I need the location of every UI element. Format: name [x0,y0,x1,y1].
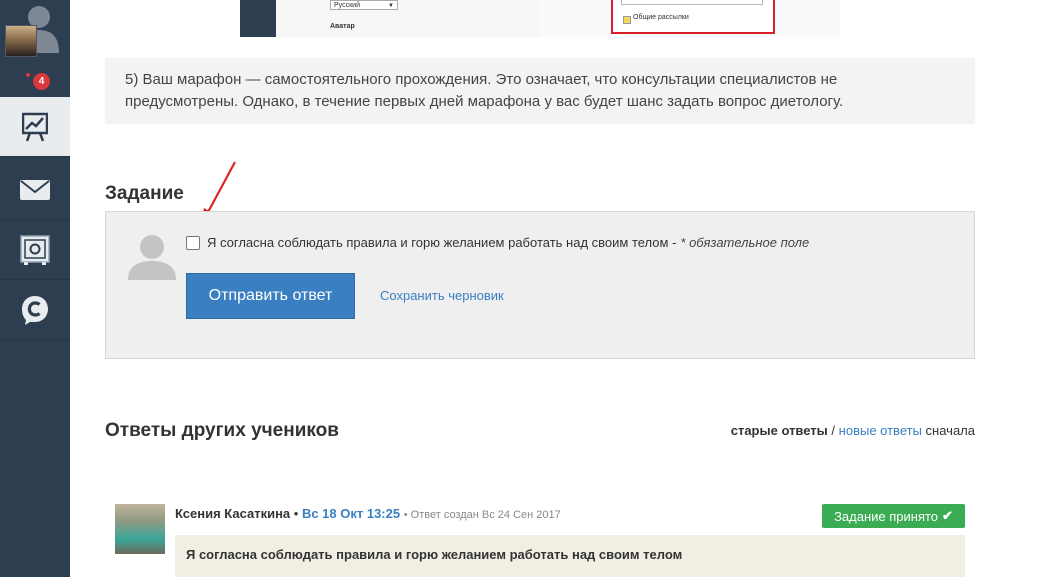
notification-dot [26,73,30,77]
avatar-label-preview: Аватар [330,23,355,30]
instruction-image-settings: Русский ▼ Аватар [276,0,541,37]
field-preview [621,0,763,5]
consent-row: Я согласна соблюдать правила и горю жела… [186,235,809,250]
sidebar: 4 [0,0,70,577]
status-badge: Задание принято ✔ [822,504,965,528]
meta-separator: • [293,506,302,521]
answer-meta: Ксения Касаткина • Вс 18 Окт 13:25 • Отв… [175,506,561,521]
language-select-preview: Русский ▼ [330,0,398,10]
answers-heading: Ответы других учеников [105,420,339,441]
answer-created: Ответ создан Вс 24 Сен 2017 [410,509,561,521]
notification-badge[interactable]: 4 [33,73,50,90]
answers-sort: старые ответы / новые ответы сначала [731,423,975,438]
sort-separator: / [831,423,836,438]
required-note: * обязательное поле [680,235,810,250]
info-text: 5) Ваш марафон — самостоятельного прохож… [125,71,844,110]
sort-old-answers[interactable]: старые ответы [731,423,828,438]
stats-icon [22,112,48,141]
sort-suffix: сначала [925,423,975,438]
sort-new-answers[interactable]: новые ответы [839,423,922,438]
user-silhouette-icon [128,235,176,280]
instruction-image: Русский ▼ Аватар Общие рассылки [240,0,840,37]
chevron-down-icon: ▼ [388,3,394,9]
answer-author[interactable]: Ксения Касаткина [175,506,290,521]
language-select-value: Русский [334,2,360,9]
answer-body: Я согласна соблюдать правила и горю жела… [175,535,965,577]
mail-icon [20,179,50,200]
sidebar-profile[interactable]: 4 [0,0,70,95]
highlight-frame: Общие рассылки [611,0,775,34]
avatar[interactable] [115,504,165,554]
submit-answer-button[interactable]: Отправить ответ [186,273,355,319]
status-label: Задание принято [834,508,939,524]
avatar[interactable] [5,25,37,57]
newsletter-label-preview: Общие рассылки [633,14,689,21]
sidebar-item-chat[interactable] [0,280,70,340]
sidebar-item-safe[interactable] [0,220,70,280]
sidebar-item-mail[interactable] [0,160,70,220]
answer-text: Я согласна соблюдать правила и горю жела… [186,547,683,562]
task-heading: Задание [105,183,184,204]
save-draft-link[interactable]: Сохранить черновик [380,288,504,303]
chat-icon [22,295,48,325]
safe-icon [20,234,50,265]
meta-separator: • [403,509,411,521]
answer-date[interactable]: Вс 18 Окт 13:25 [302,506,400,521]
info-box: 5) Ваш марафон — самостоятельного прохож… [105,58,975,124]
consent-label[interactable]: Я согласна соблюдать правила и горю жела… [207,235,676,250]
check-icon: ✔ [942,508,953,523]
instruction-image-sidebar [240,0,276,37]
checkbox-preview [623,16,631,24]
consent-checkbox[interactable] [186,235,200,250]
task-form: Я согласна соблюдать правила и горю жела… [105,211,975,359]
sidebar-item-stats[interactable] [0,97,70,157]
